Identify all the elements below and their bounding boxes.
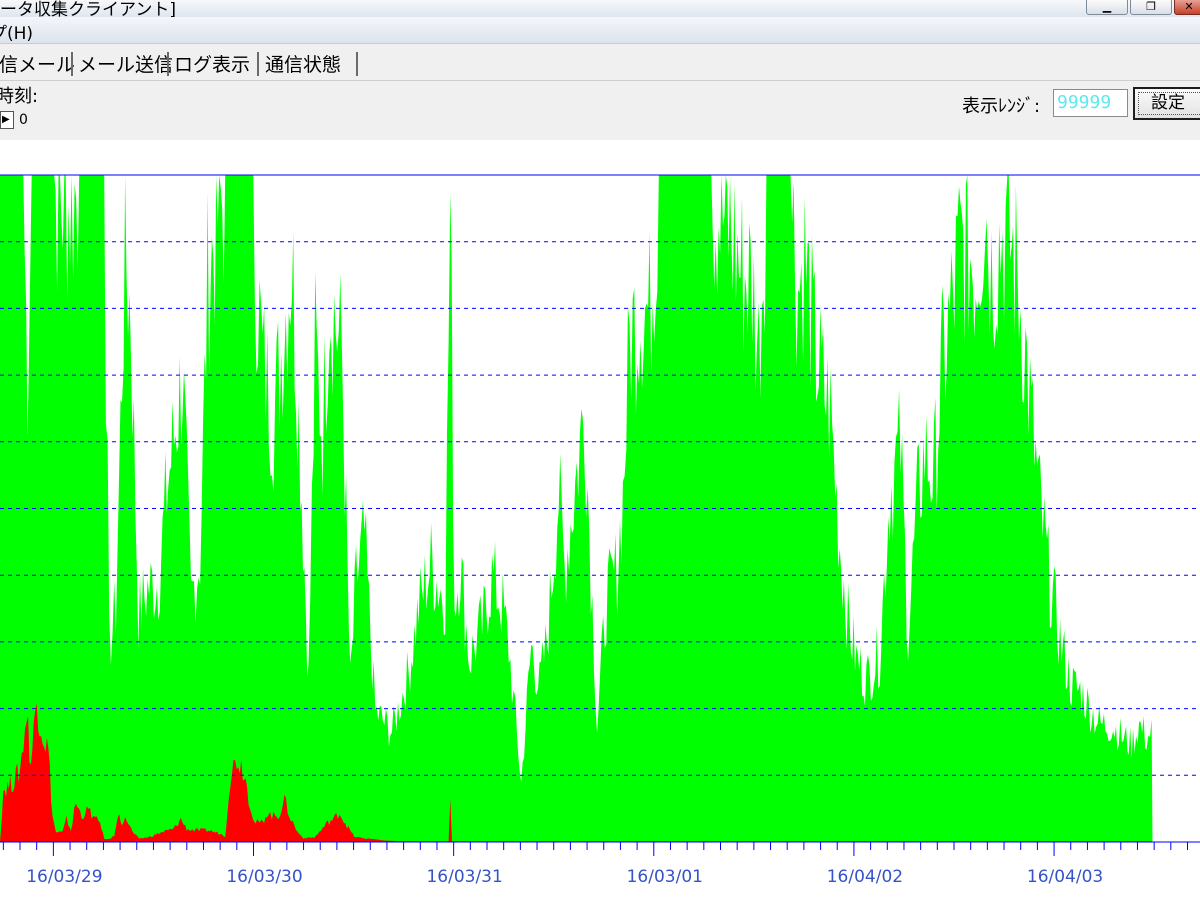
- x-tick-label: 16/03/31: [426, 867, 502, 887]
- x-tick-label: 16/03/30: [226, 867, 302, 887]
- x-tick-label: 16/04/03: [1027, 867, 1103, 887]
- x-tick-label: 16/04/02: [827, 867, 903, 887]
- traffic-chart: 16/03/29 16/03/30 16/03/31 16/03/01 16/04/02…: [0, 174, 1200, 887]
- x-tick-label: 16/03/29: [26, 867, 102, 887]
- x-tick-label: 16/03/01: [627, 867, 703, 887]
